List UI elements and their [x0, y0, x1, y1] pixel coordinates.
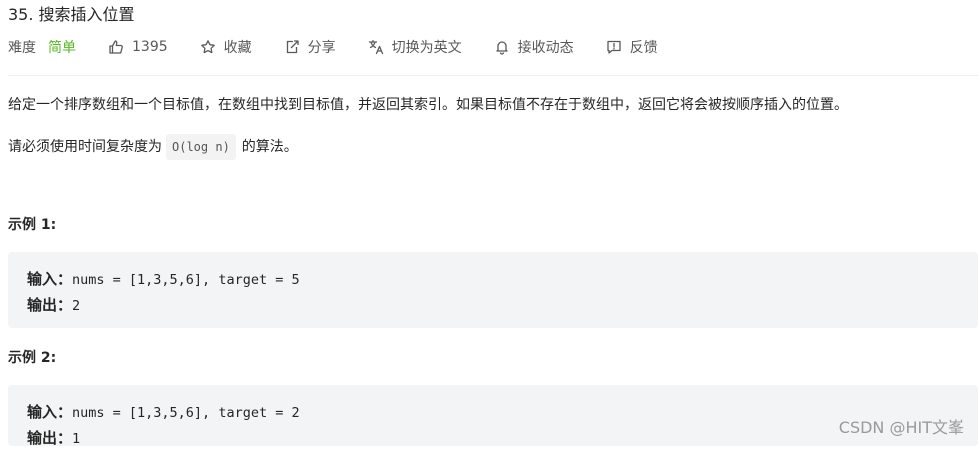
output-label: 输出： [27, 429, 73, 447]
thumbs-up-icon [108, 39, 124, 55]
difficulty-label: 难度 [8, 40, 36, 56]
star-icon [200, 39, 216, 55]
output-label: 输出： [27, 296, 73, 314]
input-label: 输入： [27, 270, 73, 288]
complexity-code: O(log n) [166, 134, 236, 160]
example-1-title: 示例 1: [8, 217, 57, 233]
share-button[interactable]: 分享 [284, 37, 336, 57]
share-label: 分享 [307, 40, 336, 56]
example-1-input-line: 输入：nums = [1,3,5,6], target = 5 [27, 267, 978, 293]
like-button[interactable]: 1395 [108, 39, 168, 55]
output-value: 1 [72, 431, 81, 447]
difficulty-value: 简单 [48, 40, 76, 56]
translate-label: 切换为英文 [391, 40, 462, 56]
feedback-icon [606, 39, 622, 55]
problem-description: 给定一个排序数组和一个目标值，在数组中找到目标值，并返回其索引。如果目标值不存在… [8, 97, 848, 113]
example-2-output-line: 输出：1 [27, 426, 978, 452]
like-count: 1395 [132, 39, 168, 55]
output-value: 2 [72, 298, 81, 314]
translate-icon [368, 39, 384, 55]
feedback-button[interactable]: 反馈 [606, 37, 658, 57]
input-label: 输入： [27, 403, 73, 421]
example-1-output-line: 输出：2 [27, 293, 978, 319]
subscribe-button[interactable]: 接收动态 [494, 37, 574, 57]
problem-meta-bar: 难度 简单 1395 收藏 分享 切换为英文 接收动态 反馈 [8, 36, 658, 58]
feedback-label: 反馈 [629, 40, 658, 56]
input-value: nums = [1,3,5,6], target = 2 [72, 405, 300, 421]
share-icon [284, 39, 300, 55]
subscribe-label: 接收动态 [517, 40, 574, 56]
translate-button[interactable]: 切换为英文 [368, 37, 462, 57]
example-2-title: 示例 2: [8, 350, 57, 366]
bell-icon [494, 39, 510, 55]
watermark: CSDN @HIT文峯 [838, 418, 964, 437]
divider [8, 75, 978, 76]
favorite-label: 收藏 [223, 40, 252, 56]
favorite-button[interactable]: 收藏 [200, 37, 252, 57]
input-value: nums = [1,3,5,6], target = 5 [72, 272, 300, 288]
problem-title: 35. 搜索插入位置 [8, 5, 135, 24]
example-2-code-block: 输入：nums = [1,3,5,6], target = 2 输出：1 [8, 385, 978, 447]
requirement-prefix: 请必须使用时间复杂度为 [8, 139, 162, 155]
example-2-input-line: 输入：nums = [1,3,5,6], target = 2 [27, 400, 978, 426]
requirement-suffix: 的算法。 [241, 139, 298, 155]
complexity-requirement: 请必须使用时间复杂度为 O(log n) 的算法。 [8, 134, 298, 160]
example-1-code-block: 输入：nums = [1,3,5,6], target = 5 输出：2 [8, 252, 978, 328]
